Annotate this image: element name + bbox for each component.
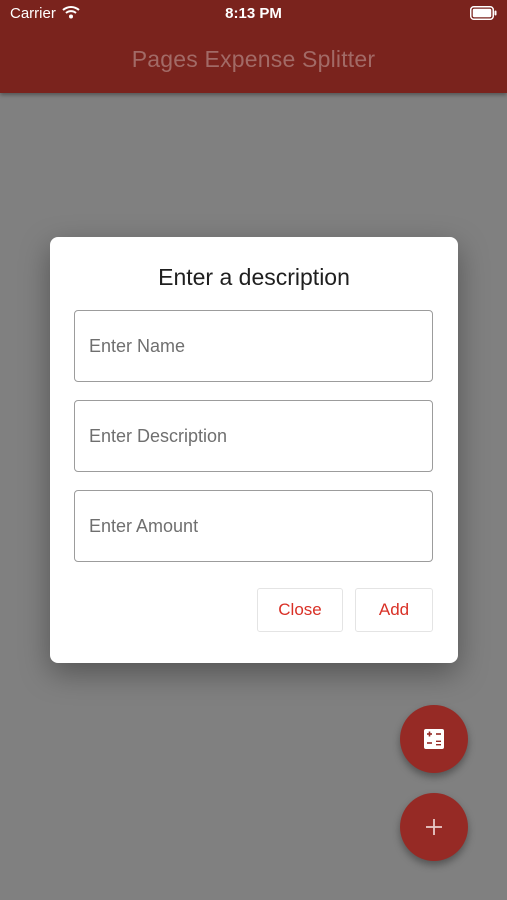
status-time: 8:13 PM — [225, 5, 282, 22]
dialog-title: Enter a description — [158, 264, 350, 290]
amount-input[interactable] — [74, 490, 433, 562]
app-title: Pages Expense Splitter — [131, 46, 376, 72]
name-input[interactable] — [74, 310, 433, 382]
app-bar: Carrier 8:13 PM Pages Expense Splitter — [0, 0, 507, 93]
description-dialog: Enter a description Close Add — [50, 237, 458, 663]
battery-icon — [470, 6, 497, 20]
description-input[interactable] — [74, 400, 433, 472]
add-expense-fab-button[interactable] — [400, 793, 468, 861]
add-button[interactable]: Add — [355, 588, 433, 632]
plus-icon — [426, 819, 442, 835]
calculate-fab-button[interactable] — [400, 705, 468, 773]
status-bar: Carrier 8:13 PM — [0, 0, 507, 28]
calculator-icon — [424, 729, 444, 749]
close-button[interactable]: Close — [257, 588, 343, 632]
